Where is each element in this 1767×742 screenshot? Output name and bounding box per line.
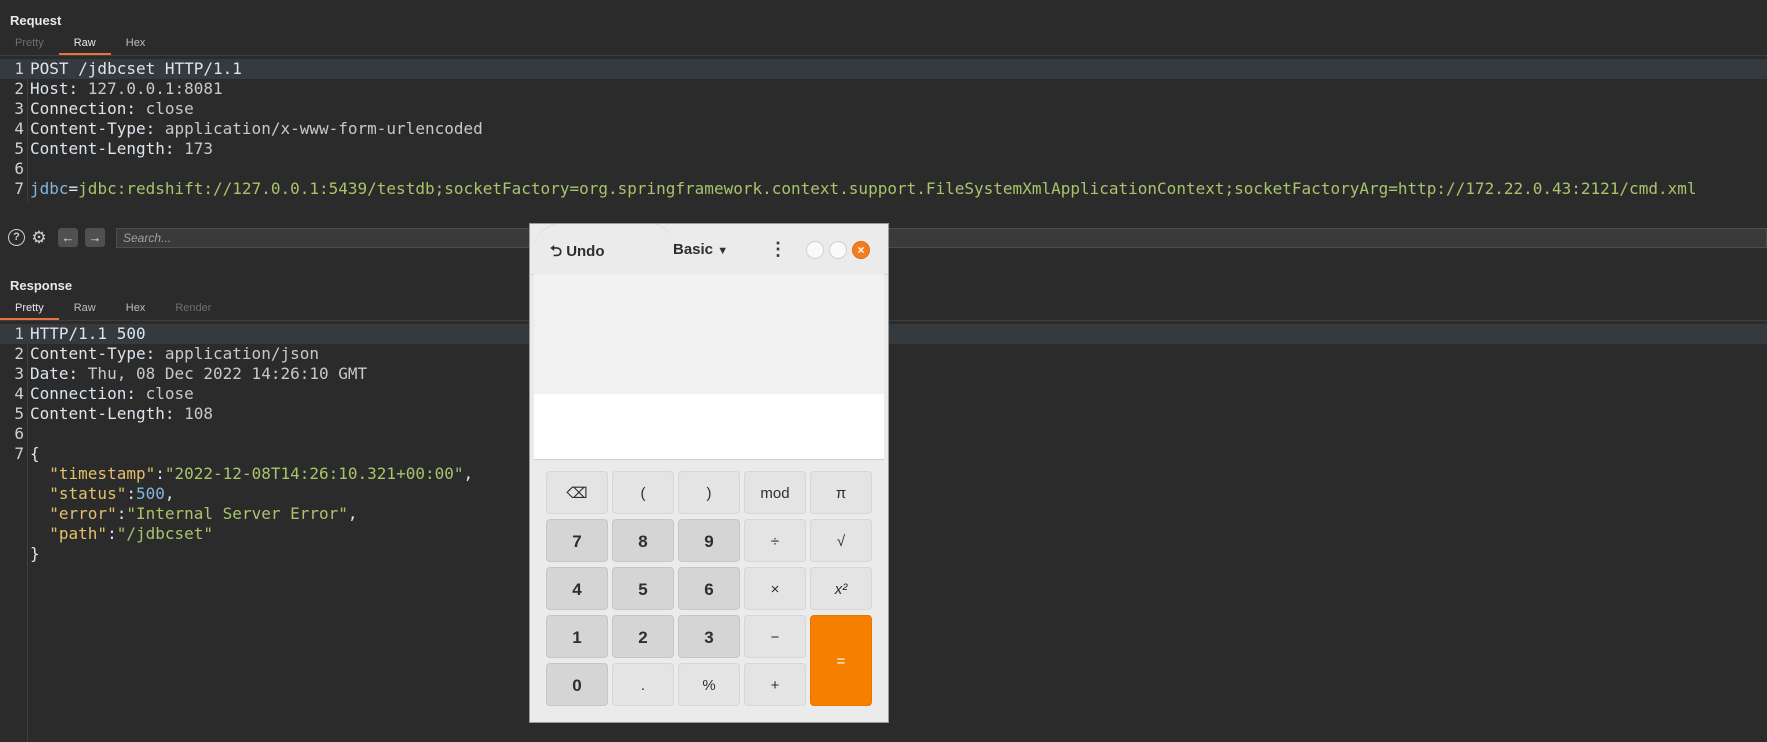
square-button[interactable]: x² — [810, 567, 872, 610]
backspace-icon: ⌫ — [566, 485, 588, 502]
digit-2-button[interactable]: 2 — [612, 615, 674, 658]
pi-button[interactable]: π — [810, 471, 872, 514]
digit-9-button[interactable]: 9 — [678, 519, 740, 562]
equals-button[interactable]: = — [810, 615, 872, 706]
help-icon[interactable]: ? — [8, 229, 25, 246]
expression-entry-box — [534, 394, 884, 460]
mode-selector[interactable]: Basic ▼ — [673, 241, 728, 258]
tab-hex[interactable]: Hex — [111, 298, 161, 318]
code-line: 4 Content-Type: application/x-www-form-ur… — [14, 119, 483, 138]
right-paren-button[interactable]: ) — [678, 471, 740, 514]
digit-7-button[interactable]: 7 — [546, 519, 608, 562]
arrow-left-icon[interactable]: ← — [58, 228, 78, 247]
divider — [0, 55, 1767, 56]
mod-button[interactable]: mod — [744, 471, 806, 514]
calculator-headerbar: ⮌ Undo Basic ▼ ⋮ × — [530, 224, 888, 275]
digit-8-button[interactable]: 8 — [612, 519, 674, 562]
code-line: 1 POST /jdbcset HTTP/1.1 — [0, 59, 1767, 79]
request-title: Request — [10, 13, 62, 28]
digit-0-button[interactable]: 0 — [546, 663, 608, 706]
search-input[interactable] — [117, 229, 1766, 247]
percent-button[interactable]: % — [678, 663, 740, 706]
add-button[interactable]: + — [744, 663, 806, 706]
search-box — [116, 228, 1767, 248]
digit-1-button[interactable]: 1 — [546, 615, 608, 658]
sqrt-button[interactable]: √ — [810, 519, 872, 562]
multiply-button[interactable]: × — [744, 567, 806, 610]
tab-render[interactable]: Render — [160, 298, 226, 318]
tab-raw[interactable]: Raw — [59, 298, 111, 318]
undo-button[interactable]: ⮌ Undo — [550, 241, 605, 266]
expression-input[interactable] — [534, 394, 884, 459]
undo-icon: ⮌ — [550, 243, 563, 260]
digit-5-button[interactable]: 5 — [612, 567, 674, 610]
gear-icon[interactable]: ⚙ — [30, 229, 48, 247]
tab-raw[interactable]: Raw — [58, 33, 111, 55]
tab-pretty[interactable]: Pretty — [0, 33, 59, 53]
caret-down-icon: ▼ — [717, 245, 729, 257]
digit-4-button[interactable]: 4 — [546, 567, 608, 610]
arrow-right-icon[interactable]: → — [85, 228, 105, 247]
code-line: 5 Content-Length: 173 — [14, 139, 214, 158]
code-line: 7 jdbc=jdbc:redshift://127.0.0.1:5439/tes… — [14, 179, 1697, 198]
subtract-button[interactable]: − — [744, 615, 806, 658]
calculator-window: ⮌ Undo Basic ▼ ⋮ × ⌫ ( ) mod π 7 8 9 ÷ √… — [529, 223, 889, 723]
divide-button[interactable]: ÷ — [744, 519, 806, 562]
left-paren-button[interactable]: ( — [612, 471, 674, 514]
digit-6-button[interactable]: 6 — [678, 567, 740, 610]
digit-3-button[interactable]: 3 — [678, 615, 740, 658]
decimal-point-button[interactable]: . — [612, 663, 674, 706]
close-icon[interactable]: × — [852, 241, 870, 259]
minimize-button[interactable] — [806, 241, 824, 259]
tab-pretty[interactable]: Pretty — [0, 298, 59, 320]
history-display — [534, 274, 884, 394]
code-line: 3 Connection: close — [14, 99, 194, 118]
code-line: 6 — [14, 159, 24, 178]
response-title: Response — [10, 278, 73, 293]
kebab-menu-icon[interactable]: ⋮ — [769, 240, 787, 260]
code-line: 2 Host: 127.0.0.1:8081 — [14, 79, 223, 98]
request-editor[interactable]: 1 POST /jdbcset HTTP/1.1 2 Host: 127.0.0.1… — [0, 59, 1767, 203]
backspace-button[interactable]: ⌫ — [546, 471, 608, 514]
tab-hex[interactable]: Hex — [111, 33, 161, 53]
maximize-button[interactable] — [829, 241, 847, 259]
